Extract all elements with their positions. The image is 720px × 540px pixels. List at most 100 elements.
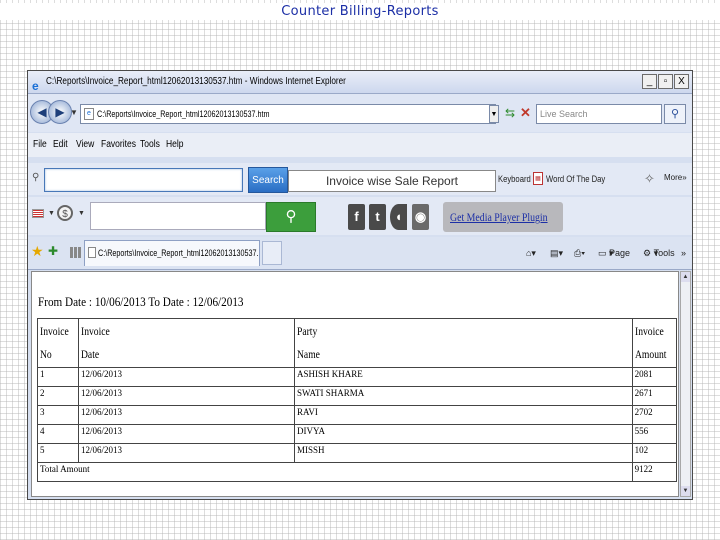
slide-title: Counter Billing-Reports xyxy=(0,3,720,20)
media-player-link[interactable]: Get Media Player Plugin xyxy=(450,202,548,232)
addon-search-input[interactable] xyxy=(90,202,266,230)
page-icon: e xyxy=(84,108,94,120)
history-dropdown-icon[interactable]: ▼ xyxy=(70,108,78,117)
header-party-name: Party Name xyxy=(293,318,633,368)
star-icon[interactable]: ★ xyxy=(31,243,44,260)
menu-help[interactable]: Help xyxy=(166,133,183,157)
search-icon: ⚲ xyxy=(32,172,40,183)
scroll-down-arrow[interactable]: ▼ xyxy=(681,486,690,496)
feeds-icon[interactable]: ▤▾ xyxy=(550,237,563,269)
stop-icon[interactable]: ✕ xyxy=(520,105,531,121)
cell-invoice-amount: 2702 xyxy=(631,405,678,425)
home-icon[interactable]: ⌂▾ xyxy=(526,237,536,269)
page-icon xyxy=(88,247,96,258)
table-row: 2 12/06/2013 SWATI SHARMA 2671 xyxy=(37,386,678,406)
flag-dropdown-icon[interactable]: ▼ xyxy=(48,210,55,217)
table-total-row: Total Amount 9122 xyxy=(37,462,678,482)
cell-party-name: DIVYA xyxy=(293,424,633,444)
search-icon[interactable]: ⚲ xyxy=(664,104,686,124)
menu-tools[interactable]: Tools xyxy=(140,133,160,157)
minimize-button[interactable]: _ xyxy=(642,74,657,89)
window-titlebar: e C:\Reports\Invoice_Report_html12062013… xyxy=(28,71,692,94)
menu-file[interactable]: File xyxy=(33,133,47,157)
address-bar[interactable]: e C:\Reports\Invoice_Report_html12062013… xyxy=(80,104,496,124)
cell-party-name: SWATI SHARMA xyxy=(293,386,633,406)
address-dropdown-button[interactable]: ▼ xyxy=(489,105,499,123)
cell-invoice-no: 5 xyxy=(37,443,79,463)
cell-party-name: RAVI xyxy=(293,405,633,425)
cell-invoice-date: 12/06/2013 xyxy=(77,443,295,463)
cell-invoice-amount: 2081 xyxy=(631,367,678,387)
more-button[interactable]: More» xyxy=(664,163,687,193)
addon-toolbar: ▼ $ ▼ ⚲ f t ◖ ◉ Get Media Player Plugin xyxy=(28,197,692,235)
cell-invoice-date: 12/06/2013 xyxy=(77,405,295,425)
go-icon[interactable]: ⇆ xyxy=(505,106,515,120)
window-title: C:\Reports\Invoice_Report_html1206201313… xyxy=(46,76,346,87)
close-button[interactable]: X xyxy=(674,74,689,89)
maximize-button[interactable]: ▫ xyxy=(658,74,673,89)
address-text: C:\Reports\Invoice_Report_html1206201313… xyxy=(97,109,270,119)
word-of-the-day-button[interactable]: Word Of The Day xyxy=(546,163,605,195)
media-player-link-box: Get Media Player Plugin xyxy=(443,202,563,232)
report-title-label: Invoice wise Sale Report xyxy=(288,170,496,192)
quick-tabs-icon[interactable] xyxy=(70,247,81,258)
twitter-icon[interactable]: t xyxy=(369,204,386,230)
navigation-bar: ◀ ▶ ▼ e C:\Reports\Invoice_Report_html12… xyxy=(28,94,692,132)
report-date-range: From Date : 10/06/2013 To Date : 12/06/2… xyxy=(38,294,244,309)
cell-invoice-amount: 556 xyxy=(631,424,678,444)
print-icon[interactable]: ⎙▾ xyxy=(574,237,585,269)
cell-invoice-no: 2 xyxy=(37,386,79,406)
calendar-icon: ▦ xyxy=(533,172,543,185)
cell-invoice-no: 4 xyxy=(37,424,79,444)
wifi-icon[interactable]: ◉ xyxy=(412,204,429,230)
cell-invoice-no: 3 xyxy=(37,405,79,425)
tab-invoice-report[interactable]: C:\Reports\Invoice_Report_html1206201313… xyxy=(84,240,260,266)
live-search-input[interactable]: Live Search xyxy=(536,104,662,124)
toolbar-search-input[interactable] xyxy=(44,168,243,192)
phone-icon[interactable]: ◖ xyxy=(390,204,407,230)
table-row: 4 12/06/2013 DIVYA 556 xyxy=(37,424,678,444)
forward-icon[interactable]: ▶ xyxy=(48,100,72,124)
header-invoice-date: Invoice Date xyxy=(77,318,295,368)
dollar-icon[interactable]: $ xyxy=(57,205,73,221)
cell-invoice-no: 1 xyxy=(37,367,79,387)
vertical-scrollbar[interactable]: ▲ ▼ xyxy=(680,271,691,497)
cell-invoice-amount: 102 xyxy=(631,443,678,463)
green-search-button[interactable]: ⚲ xyxy=(266,202,316,232)
cell-party-name: MISSH xyxy=(293,443,633,463)
tab-bar: ★ ✚ C:\Reports\Invoice_Report_html120620… xyxy=(28,237,692,270)
page-content: From Date : 10/06/2013 To Date : 12/06/2… xyxy=(31,271,679,497)
cell-invoice-date: 12/06/2013 xyxy=(77,367,295,387)
total-value: 9122 xyxy=(631,462,678,482)
cell-invoice-date: 12/06/2013 xyxy=(77,386,295,406)
keyboard-button[interactable]: Keyboard xyxy=(498,163,531,195)
menu-edit[interactable]: Edit xyxy=(53,133,68,157)
flag-icon xyxy=(32,209,44,218)
tools-menu[interactable]: ⚙ Tools ▾ xyxy=(643,237,675,269)
header-invoice-amount: Invoice Amount xyxy=(631,318,678,368)
menu-view[interactable]: View xyxy=(76,133,94,157)
add-favorite-icon[interactable]: ✚ xyxy=(48,244,58,258)
header-invoice-no: Invoice No xyxy=(37,318,79,368)
new-tab-button[interactable] xyxy=(262,241,282,265)
menu-favorites[interactable]: Favorites xyxy=(101,133,136,157)
invoice-table: Invoice No Invoice Date Party Name Invoice A… xyxy=(37,318,678,482)
table-row: 5 12/06/2013 MISSH 102 xyxy=(37,443,678,463)
total-label: Total Amount xyxy=(37,462,633,482)
dollar-dropdown-icon[interactable]: ▼ xyxy=(78,210,85,217)
search-button[interactable]: Search xyxy=(248,167,288,193)
cell-invoice-amount: 2671 xyxy=(631,386,678,406)
cell-party-name: ASHISH KHARE xyxy=(293,367,633,387)
facebook-icon[interactable]: f xyxy=(348,204,365,230)
search-toolbar: ⚲ Search Invoice wise Sale Report Keyboa… xyxy=(28,163,692,195)
table-header-row: Invoice No Invoice Date Party Name Invoice A… xyxy=(37,318,678,368)
ie-window: e C:\Reports\Invoice_Report_html12062013… xyxy=(27,70,693,500)
cell-invoice-date: 12/06/2013 xyxy=(77,424,295,444)
menu-bar: File Edit View Favorites Tools Help xyxy=(28,133,692,157)
table-row: 1 12/06/2013 ASHISH KHARE 2081 xyxy=(37,367,678,387)
chevron-more-icon[interactable]: » xyxy=(681,237,686,269)
scroll-up-arrow[interactable]: ▲ xyxy=(681,272,690,282)
page-menu[interactable]: ▭ Page ▾ xyxy=(598,237,630,269)
table-row: 3 12/06/2013 RAVI 2702 xyxy=(37,405,678,425)
sparkle-icon: ✧ xyxy=(644,171,655,186)
